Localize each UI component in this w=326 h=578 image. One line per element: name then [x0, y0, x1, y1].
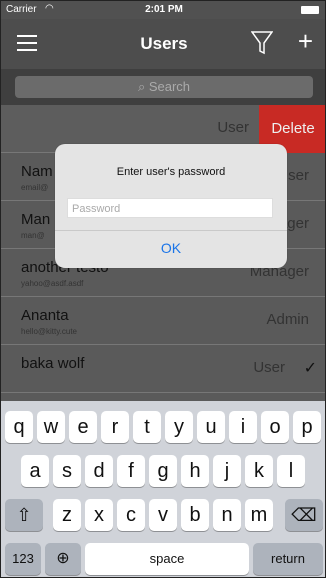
filter-icon[interactable]: [251, 31, 273, 55]
key-y[interactable]: y: [165, 411, 193, 443]
key-e[interactable]: e: [69, 411, 97, 443]
key-a[interactable]: a: [21, 455, 49, 487]
battery-icon: [301, 6, 319, 14]
password-field[interactable]: Password: [67, 198, 273, 218]
key-m[interactable]: m: [245, 499, 273, 531]
checkmark-icon: ✓: [303, 360, 317, 377]
dialog-divider: [55, 230, 287, 231]
key-o[interactable]: o: [261, 411, 289, 443]
key-i[interactable]: i: [229, 411, 257, 443]
add-user-button[interactable]: +: [298, 28, 313, 54]
user-role: User: [217, 119, 249, 136]
user-role: User: [253, 359, 285, 376]
user-name: Nam: [21, 163, 53, 180]
key-l[interactable]: l: [277, 455, 305, 487]
search-icon: ⌕: [137, 79, 146, 94]
user-name: Ananta: [21, 307, 69, 324]
numbers-key[interactable]: 123: [5, 543, 41, 575]
user-email: yahoo@asdf.asdf: [21, 279, 84, 288]
key-f[interactable]: f: [117, 455, 145, 487]
key-q[interactable]: q: [5, 411, 33, 443]
key-j[interactable]: j: [213, 455, 241, 487]
key-t[interactable]: t: [133, 411, 161, 443]
key-g[interactable]: g: [149, 455, 177, 487]
key-x[interactable]: x: [85, 499, 113, 531]
key-z[interactable]: z: [53, 499, 81, 531]
user-email: hello@kitty.cute: [21, 327, 77, 336]
key-n[interactable]: n: [213, 499, 241, 531]
user-name: baka wolf: [21, 355, 85, 372]
key-v[interactable]: v: [149, 499, 177, 531]
page-title: Users: [140, 34, 188, 53]
user-name: Man: [21, 211, 51, 228]
backspace-key-icon[interactable]: ⌫: [285, 499, 323, 531]
key-b[interactable]: b: [181, 499, 209, 531]
dialog-message: Enter user's password: [116, 166, 226, 178]
search-placeholder: Search: [148, 79, 191, 94]
table-row[interactable]: baka wolf User ✓: [1, 345, 325, 393]
space-key[interactable]: space: [85, 543, 249, 575]
key-u[interactable]: u: [197, 411, 225, 443]
key-s[interactable]: s: [53, 455, 81, 487]
key-h[interactable]: h: [181, 455, 209, 487]
key-k[interactable]: k: [245, 455, 273, 487]
key-p[interactable]: p: [293, 411, 321, 443]
return-key[interactable]: return: [253, 543, 323, 575]
user-role: Admin: [266, 311, 309, 328]
shift-key-icon[interactable]: ⇧: [5, 499, 43, 531]
key-c[interactable]: c: [117, 499, 145, 531]
key-w[interactable]: w: [37, 411, 65, 443]
password-placeholder: Password: [72, 203, 121, 215]
keyboard: q w e r t y u i o p a s d f g h j k l ⇧ …: [1, 401, 325, 577]
search-input[interactable]: ⌕ Search: [15, 76, 313, 98]
key-r[interactable]: r: [101, 411, 129, 443]
user-email: man@: [21, 231, 45, 240]
key-d[interactable]: d: [85, 455, 113, 487]
globe-key-icon[interactable]: ⊕: [45, 543, 81, 575]
navigation-bar: Users +: [1, 19, 325, 69]
app-screen: Carrier ◠ 2:01 PM Users + ⌕ Search User …: [0, 0, 326, 578]
clock: 2:01 PM: [145, 4, 183, 15]
table-row[interactable]: Ananta hello@kitty.cute Admin: [1, 297, 325, 345]
password-dialog: Enter user's password Password OK: [55, 144, 287, 268]
search-bar: ⌕ Search: [1, 69, 325, 105]
user-email: email@: [21, 183, 49, 192]
ok-button[interactable]: OK: [55, 240, 287, 256]
status-bar: Carrier ◠ 2:01 PM: [1, 1, 325, 19]
